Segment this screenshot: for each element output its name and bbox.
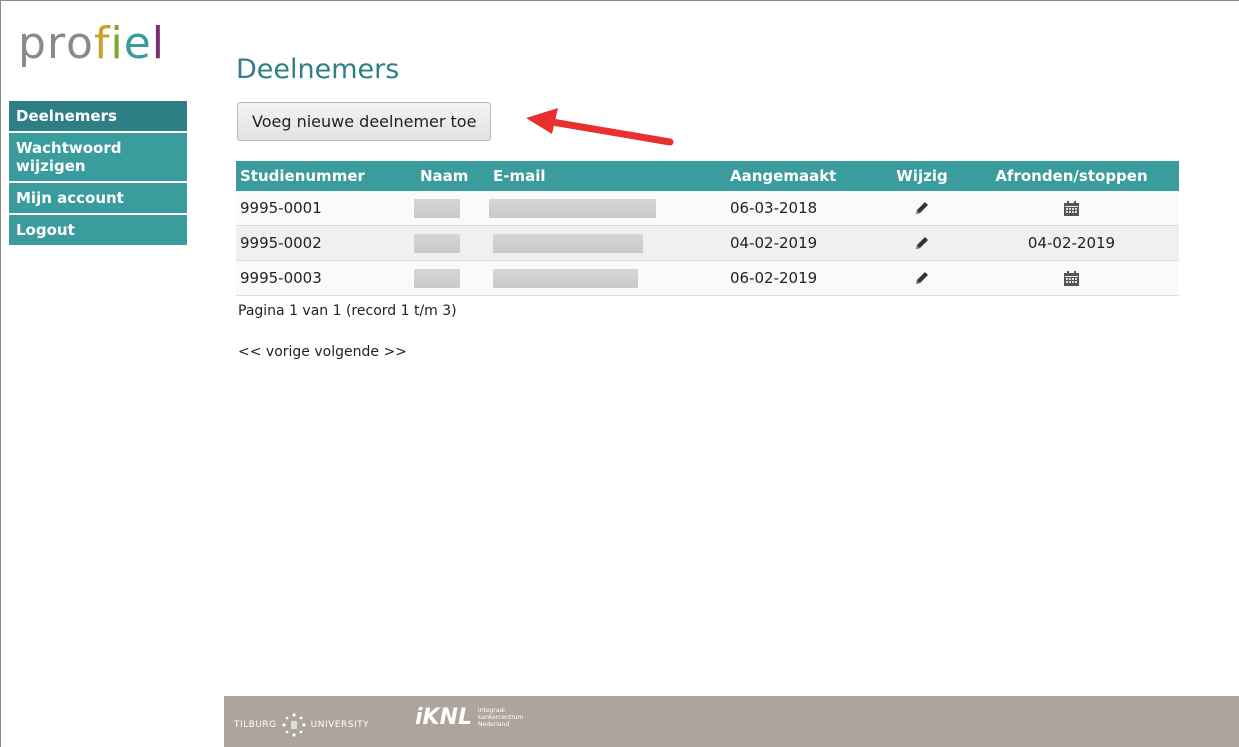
col-header-studienummer[interactable]: Studienummer [236, 161, 416, 191]
cell-naam [414, 225, 489, 261]
cell-email [489, 260, 726, 296]
tilburg-university-logo: Tilburg University [234, 712, 369, 738]
redacted-email [489, 198, 656, 218]
cell-wijzig [880, 260, 964, 296]
university-word: University [310, 720, 370, 730]
cell-studienummer: 9995-0001 [236, 191, 416, 226]
logo-letter: l [151, 18, 165, 69]
sidebar-item-mijn-account[interactable]: Mijn account [9, 183, 187, 215]
col-header-email[interactable]: E-mail [489, 161, 726, 191]
red-arrow-annotation-icon [526, 108, 674, 146]
iknl-line: Nederland [478, 721, 510, 728]
cell-aangemaakt: 06-03-2018 [726, 191, 880, 226]
pencil-icon[interactable] [913, 269, 931, 287]
participants-table: Studienummer Naam E-mail Aangemaakt Wijz… [236, 161, 1179, 296]
pencil-icon[interactable] [913, 199, 931, 217]
cell-naam [414, 191, 489, 226]
iknl-line: integraal [478, 707, 505, 714]
table-header-row: Studienummer Naam E-mail Aangemaakt Wijz… [236, 161, 1179, 191]
iknl-mark: iKNL [415, 705, 473, 730]
cell-wijzig [880, 225, 964, 261]
window-border-top [0, 0, 1239, 1]
table-row: 9995-0001 06-03-2018 [236, 191, 1179, 226]
sidebar-item-logout[interactable]: Logout [9, 215, 187, 247]
redacted-name [414, 268, 460, 288]
cell-email [489, 225, 726, 261]
cell-aangemaakt: 06-02-2019 [726, 260, 880, 296]
redacted-email [493, 268, 638, 288]
add-participant-button[interactable]: Voeg nieuwe deelnemer toe [237, 102, 492, 141]
pagination-info: Pagina 1 van 1 (record 1 t/m 3) [238, 303, 457, 319]
logo-letter: p [18, 18, 47, 69]
logo-letter: f [93, 18, 111, 69]
sidebar-item-deelnemers[interactable]: Deelnemers [9, 101, 187, 133]
redacted-name [414, 198, 460, 218]
sidebar-item-wachtwoord-wijzigen[interactable]: Wachtwoord wijzigen [9, 133, 187, 183]
cell-email [489, 191, 726, 226]
pagination-prev-link[interactable]: << vorige [238, 344, 310, 360]
redacted-name [414, 233, 460, 253]
logo-letter: r [46, 18, 67, 69]
iknl-subtitle: integraal kankercentrum Nederland [478, 707, 523, 728]
iknl-logo: iKNL integraal kankercentrum Nederland [415, 705, 523, 730]
iknl-line: kankercentrum [478, 714, 524, 721]
cell-afronden-date: 04-02-2019 [964, 225, 1179, 261]
col-header-naam[interactable]: Naam [416, 161, 489, 191]
cell-afronden [964, 191, 1179, 226]
pagination-nav: << vorige volgende >> [238, 344, 407, 360]
pagination-next-link[interactable]: volgende >> [314, 344, 407, 360]
sidebar-nav: Deelnemers Wachtwoord wijzigen Mijn acco… [9, 101, 187, 247]
cell-naam [414, 260, 489, 296]
calendar-icon[interactable] [1064, 201, 1079, 216]
logo-letter: o [66, 18, 94, 69]
pencil-icon[interactable] [913, 234, 931, 252]
calendar-icon[interactable] [1064, 271, 1079, 286]
table-row: 9995-0002 04-02-2019 04-02-2019 [236, 225, 1179, 261]
cell-studienummer: 9995-0003 [236, 260, 416, 296]
cell-aangemaakt: 04-02-2019 [726, 225, 880, 261]
tilburg-emblem-icon [282, 713, 306, 737]
col-header-wijzig: Wijzig [880, 161, 964, 191]
cell-afronden [964, 260, 1179, 296]
table-row: 9995-0003 06-02-2019 [236, 260, 1179, 296]
logo-letter: i [110, 18, 124, 69]
col-header-afronden-stoppen: Afronden/stoppen [964, 161, 1179, 191]
redacted-email [493, 233, 643, 253]
cell-wijzig [880, 191, 964, 226]
cell-studienummer: 9995-0002 [236, 225, 416, 261]
window-border-left [0, 0, 1, 747]
tilburg-word: Tilburg [234, 720, 277, 730]
page-title: Deelnemers [236, 54, 400, 85]
profiel-logo: profiel [18, 22, 165, 66]
footer: Tilburg University iKNL integraal kanker… [224, 696, 1239, 747]
logo-letter: e [123, 18, 152, 69]
col-header-aangemaakt[interactable]: Aangemaakt [726, 161, 880, 191]
